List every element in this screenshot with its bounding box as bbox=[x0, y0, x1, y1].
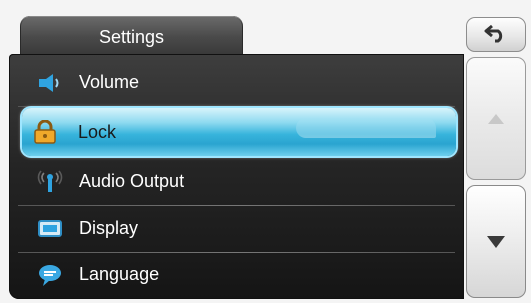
menu-item-label: Display bbox=[79, 218, 139, 238]
menu-item-label: Audio Output bbox=[79, 171, 185, 191]
menu-item-lock[interactable]: Lock bbox=[22, 108, 456, 156]
back-button[interactable] bbox=[466, 17, 526, 52]
menu-item-language[interactable]: Language bbox=[9, 252, 464, 299]
speaker-icon bbox=[37, 71, 63, 95]
antenna-icon bbox=[37, 170, 63, 194]
menu-item-display[interactable]: Display bbox=[9, 206, 464, 253]
menu-item-audio-output[interactable]: Audio Output bbox=[9, 159, 464, 206]
menu-item-label: Volume bbox=[79, 72, 140, 92]
scroll-down-button[interactable] bbox=[466, 185, 526, 298]
menu-item-label: Language bbox=[79, 264, 160, 284]
arrow-up-icon bbox=[488, 113, 504, 124]
arrow-down-icon bbox=[487, 235, 505, 248]
divider bbox=[18, 106, 455, 107]
tab-settings[interactable]: Settings bbox=[20, 16, 243, 58]
menu-item-label: Lock bbox=[78, 122, 117, 142]
scroll-up-button[interactable] bbox=[466, 57, 526, 180]
monitor-icon bbox=[37, 217, 63, 241]
device-screen: Settings Volume Lock Audio Output Displa… bbox=[0, 0, 531, 303]
tab-title: Settings bbox=[98, 27, 165, 47]
back-arrow-icon bbox=[483, 21, 509, 48]
highlight-shine bbox=[296, 118, 436, 138]
padlock-icon bbox=[32, 119, 58, 144]
menu-item-volume[interactable]: Volume bbox=[9, 60, 464, 107]
speech-bubble-icon bbox=[37, 263, 63, 287]
